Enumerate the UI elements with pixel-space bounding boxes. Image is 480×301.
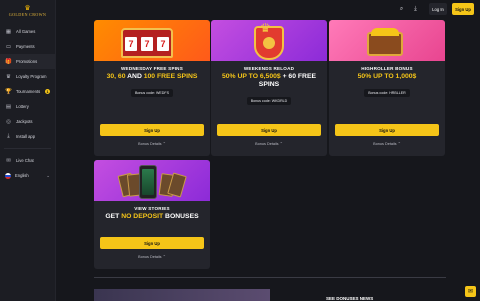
sidebar-item-label: Loyalty Program <box>16 74 47 79</box>
trophy-icon: 🏆 <box>5 88 12 95</box>
signup-button[interactable]: Sign Up <box>452 3 474 15</box>
bonus-code: Bonus code: HRBLLER <box>364 89 410 97</box>
promo-image: ♛ <box>211 20 327 61</box>
promo-image <box>329 20 445 61</box>
sidebar-item-jackpots[interactable]: ◎ Jackpots <box>0 114 55 129</box>
promo-title: WEDNESDAY FREE SPINS <box>121 66 183 71</box>
login-button[interactable]: Log In <box>429 3 447 15</box>
sidebar-item-payments[interactable]: ▭ Payments <box>0 39 55 54</box>
download-icon: ⤓ <box>7 133 10 139</box>
crown-icon: ♛ <box>6 73 11 80</box>
gift-icon: 🎁 <box>5 58 12 65</box>
promo-signup-button[interactable]: Sign Up <box>335 124 439 136</box>
crown-icon: ♛ <box>254 21 284 60</box>
language-label: English <box>15 173 29 178</box>
sidebar-item-label: Install app <box>16 134 36 139</box>
logo-text: GOLDEN CROWN <box>8 12 47 17</box>
sidebar-item-lottery[interactable]: ▤ Lottery <box>0 99 55 114</box>
bonus-details-link[interactable]: Bonus Details ⌃ <box>211 141 327 146</box>
card-icon: ▭ <box>5 43 12 50</box>
promo-signup-button[interactable]: Sign Up <box>217 124 321 136</box>
crown-icon: ♛ <box>24 5 31 12</box>
promo-signup-button[interactable]: Sign Up <box>100 124 204 136</box>
news-heading: SEE DONUSES NEWS <box>326 296 374 301</box>
language-selector[interactable]: English ⌄ <box>0 168 55 183</box>
bonus-code: Bonus code: WEDFS <box>131 89 173 97</box>
bonus-details-link[interactable]: Bonus Details ⌃ <box>94 254 210 259</box>
grid-icon: ▦ <box>5 28 12 35</box>
ticket-icon: ▤ <box>5 103 12 110</box>
sidebar-item-promotions[interactable]: 🎁 Promotions <box>0 54 55 69</box>
chat-icon[interactable]: ✉ <box>465 286 476 297</box>
logo[interactable]: ♛ GOLDEN CROWN <box>0 0 55 20</box>
sidebar-item-all-games[interactable]: ▦ All Games <box>0 24 55 39</box>
slot-machine-icon: 7 7 7 <box>121 28 173 58</box>
news-banner-image <box>94 289 270 301</box>
sidebar-item-label: Jackpots <box>16 119 33 124</box>
chevron-down-icon: ⌄ <box>46 172 50 178</box>
promo-headline: 50% UP TO 6,500$ + 60 FREE SPINS <box>221 73 317 88</box>
bonus-code: Bonus code: WKDRLD <box>246 97 292 105</box>
promo-image <box>94 160 210 201</box>
sidebar-item-live-chat[interactable]: ✉ Live Chat <box>0 153 55 168</box>
promo-card-highroller: HIGHROLLER BONUS 50% UP TO 1,000$ Bonus … <box>329 20 445 156</box>
sidebar-item-tournaments[interactable]: 🏆 Tournaments 1 <box>0 84 55 99</box>
promo-title: HIGHROLLER BONUS <box>361 66 413 71</box>
promo-title: VIEW STORIES <box>134 206 170 211</box>
app: ♛ GOLDEN CROWN ▦ All Games ▭ Payments 🎁 … <box>0 0 480 301</box>
promo-signup-button[interactable]: Sign Up <box>100 237 204 249</box>
sidebar-item-label: All Games <box>16 29 36 34</box>
topbar: ⌕ ⤓ Log In Sign Up <box>57 0 480 19</box>
sidebar-item-install-app[interactable]: ⤓ Install app <box>0 129 55 144</box>
promo-title: WEEKENDS RELOAD <box>243 66 295 71</box>
chat-icon: ✉ <box>6 157 11 164</box>
sidebar-item-label: Tournaments <box>16 89 41 94</box>
coins-icon: ◎ <box>6 118 11 125</box>
sidebar-item-label: Live Chat <box>16 158 34 163</box>
download-icon[interactable]: ⤓ <box>411 5 420 14</box>
sidebar: ♛ GOLDEN CROWN ▦ All Games ▭ Payments 🎁 … <box>0 0 56 301</box>
section-divider <box>94 277 446 278</box>
bonus-details-link[interactable]: Bonus Details ⌃ <box>329 141 445 146</box>
sidebar-divider <box>4 148 51 149</box>
phone-icon <box>139 165 157 199</box>
promo-card-weekends: ♛ WEEKENDS RELOAD 50% UP TO 6,500$ + 60 … <box>211 20 327 156</box>
treasure-chest-icon <box>367 28 403 56</box>
promo-headline: 30, 60 AND 100 FREE SPINS <box>106 73 198 80</box>
sidebar-nav: ▦ All Games ▭ Payments 🎁 Promotions ♛ Lo… <box>0 20 55 183</box>
search-icon[interactable]: ⌕ <box>397 5 406 14</box>
promo-headline: GET NO DEPOSIT BONUSES <box>105 213 199 220</box>
sidebar-item-loyalty[interactable]: ♛ Loyalty Program <box>0 69 55 84</box>
sidebar-item-label: Payments <box>16 44 35 49</box>
bonus-details-link[interactable]: Bonus Details ⌃ <box>94 141 210 146</box>
sidebar-item-label: Promotions <box>16 59 38 64</box>
sidebar-item-label: Lottery <box>16 104 29 109</box>
tournaments-badge: 1 <box>45 89 50 94</box>
promo-image: 7 7 7 <box>94 20 210 61</box>
promo-headline: 50% UP TO 1,000$ <box>357 73 417 80</box>
promo-card-wednesday: 7 7 7 WEDNESDAY FREE SPINS 30, 60 AND 10… <box>94 20 210 156</box>
flag-icon <box>5 172 11 179</box>
promo-card-stories: VIEW STORIES GET NO DEPOSIT BONUSES Sign… <box>94 160 210 269</box>
